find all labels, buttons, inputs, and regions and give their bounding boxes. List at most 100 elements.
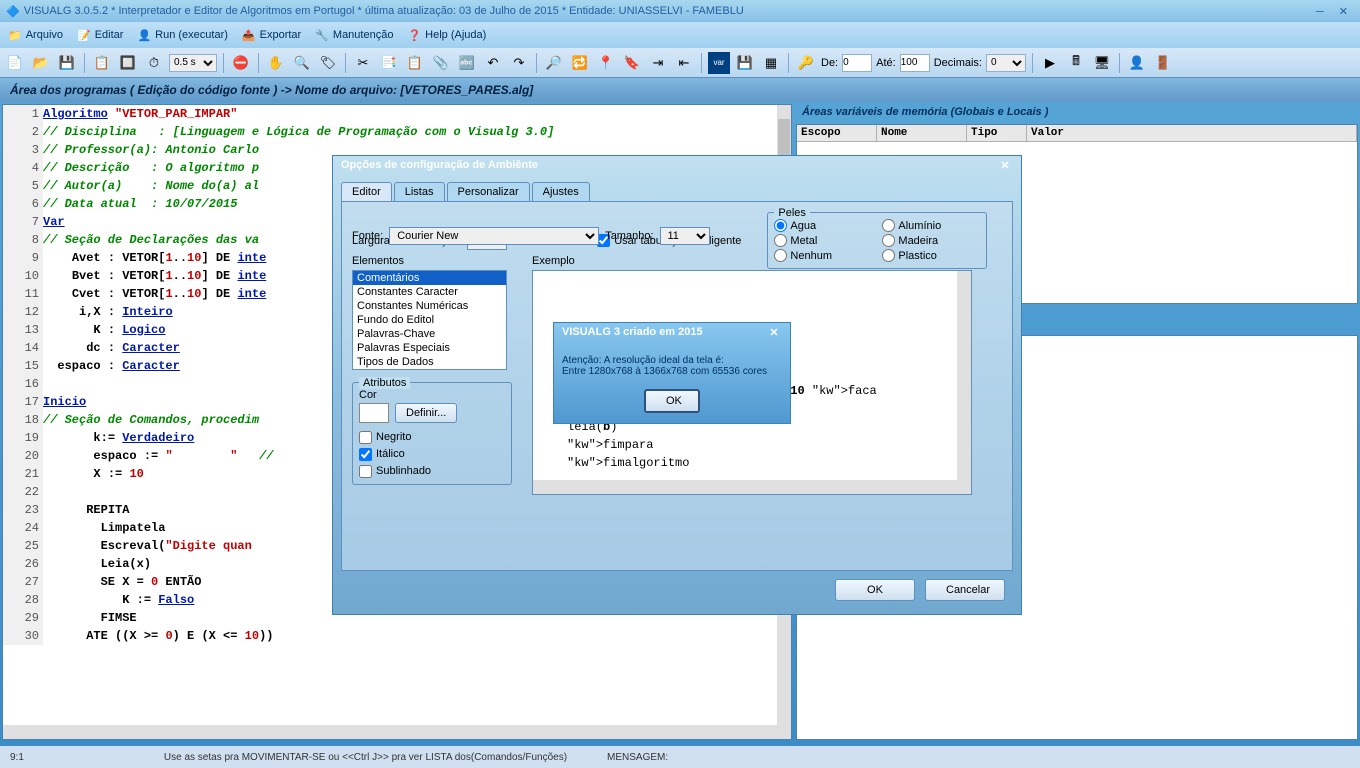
tab-personalizar[interactable]: Personalizar xyxy=(447,182,530,201)
elemento-item[interactable]: Constantes Caracter xyxy=(353,285,506,299)
file-icon: 📁 xyxy=(8,29,22,42)
redo-button[interactable]: ↷ xyxy=(508,52,530,74)
elemento-item[interactable]: Texto em Geral xyxy=(353,369,506,370)
options-cancel-button[interactable]: Cancelar xyxy=(925,579,1005,601)
font-select[interactable]: Courier New xyxy=(389,227,599,245)
sublinhado-check[interactable]: Sublinhado xyxy=(359,465,505,478)
tab-ajustes[interactable]: Ajustes xyxy=(532,182,590,201)
options-close-button[interactable]: ✕ xyxy=(997,159,1013,175)
screen-button[interactable]: 🖥 xyxy=(1091,52,1113,74)
header-text: Área dos programas ( Edição do código fo… xyxy=(10,83,533,97)
pele-radio-agua[interactable]: Agua xyxy=(774,219,872,232)
stop-button[interactable]: ⛔ xyxy=(230,52,252,74)
export-icon: 📤 xyxy=(242,29,256,42)
attrib-legend: Atributos xyxy=(359,377,410,389)
menu-editar[interactable]: 📝Editar xyxy=(77,29,123,42)
size-label: Tamanho: xyxy=(605,230,653,242)
ate-input[interactable] xyxy=(900,54,930,72)
find-button[interactable]: 🔎 xyxy=(543,52,565,74)
elemento-item[interactable]: Comentários xyxy=(353,271,506,285)
example-vscroll[interactable] xyxy=(957,271,971,480)
undo-button[interactable]: ↶ xyxy=(482,52,504,74)
negrito-check[interactable]: Negrito xyxy=(359,431,505,444)
elemento-item[interactable]: Palavras Especiais xyxy=(353,341,506,355)
tag-button[interactable]: 🏷 xyxy=(317,52,339,74)
key-button[interactable]: 🔑 xyxy=(795,52,817,74)
user-button[interactable]: 👤 xyxy=(1126,52,1148,74)
minimize-button[interactable]: ─ xyxy=(1310,6,1330,18)
run2-button[interactable]: ▶ xyxy=(1039,52,1061,74)
example-hscroll[interactable] xyxy=(533,480,971,494)
elementos-label: Elementos xyxy=(352,255,512,267)
menu-arquivo[interactable]: 📁Arquivo xyxy=(8,29,63,42)
pele-radio-alumínio[interactable]: Alumínio xyxy=(882,219,980,232)
mem-button[interactable]: 💾 xyxy=(734,52,756,74)
gutter: 1234567891011121314151617181920212223242… xyxy=(3,105,43,645)
maint-icon: 🔧 xyxy=(315,29,329,42)
definir-button[interactable]: Definir... xyxy=(395,403,457,423)
dec-label: Decimais: xyxy=(934,57,982,69)
exit-button[interactable]: 🚪 xyxy=(1152,52,1174,74)
copy-button[interactable]: 📋 xyxy=(91,52,113,74)
col-escopo[interactable]: Escopo xyxy=(797,125,877,141)
elemento-item[interactable]: Constantes Numéricas xyxy=(353,299,506,313)
horizontal-scrollbar[interactable] xyxy=(3,725,791,739)
messagebox: VISUALG 3 criado em 2015 ✕ Atenção: A re… xyxy=(553,322,791,424)
tab-listas[interactable]: Listas xyxy=(394,182,445,201)
color-swatch[interactable] xyxy=(359,403,389,423)
copy2-button[interactable]: 📑 xyxy=(378,52,400,74)
run-icon: 👤 xyxy=(137,29,151,42)
col-valor[interactable]: Valor xyxy=(1027,125,1357,141)
elemento-item[interactable]: Fundo do Editol xyxy=(353,313,506,327)
pele-radio-metal[interactable]: Metal xyxy=(774,234,872,247)
col-tipo[interactable]: Tipo xyxy=(967,125,1027,141)
menu-manutencao[interactable]: 🔧Manutenção xyxy=(315,29,393,42)
msgbox-line2: Entre 1280x768 à 1366x768 com 65536 core… xyxy=(562,366,782,377)
elemento-item[interactable]: Tipos de Dados xyxy=(353,355,506,369)
clock-button[interactable]: ⏱ xyxy=(143,52,165,74)
size-select[interactable]: 11 xyxy=(660,227,710,245)
pele-radio-madeira[interactable]: Madeira xyxy=(882,234,980,247)
msgbox-ok-button[interactable]: OK xyxy=(644,389,700,413)
ate-label: Até: xyxy=(876,57,896,69)
indent-button[interactable]: ⇥ xyxy=(647,52,669,74)
italico-check[interactable]: Itálico xyxy=(359,448,505,461)
calc-button[interactable]: 🖩 xyxy=(1065,52,1087,74)
menubar: 📁Arquivo 📝Editar 👤Run (executar) 📤Export… xyxy=(0,22,1360,48)
close-button[interactable]: ✕ xyxy=(1333,6,1354,18)
new-button[interactable]: 📄 xyxy=(4,52,26,74)
tab-editor[interactable]: Editor xyxy=(341,182,392,201)
save-button[interactable]: 💾 xyxy=(56,52,78,74)
msgbox-close-button[interactable]: ✕ xyxy=(766,326,782,342)
mem-header: Áreas variáveis de memória (Globais e Lo… xyxy=(796,104,1358,120)
outdent-button[interactable]: ⇤ xyxy=(673,52,695,74)
elementos-listbox[interactable]: ComentáriosConstantes CaracterConstantes… xyxy=(352,270,507,370)
menu-help[interactable]: ❓Help (Ajuda) xyxy=(407,29,486,42)
bookmark-button[interactable]: 🔖 xyxy=(621,52,643,74)
toolbar: 📄 📂 💾 📋 🔲 ⏱ 0.5 s ⛔ ✋ 🔍 🏷 ✂ 📑 📋 📎 🔤 ↶ ↷ … xyxy=(0,48,1360,78)
app-title: VISUALG 3.0.5.2 * Interpretador e Editor… xyxy=(24,5,744,17)
open-button[interactable]: 📂 xyxy=(30,52,52,74)
replace-button[interactable]: 🔁 xyxy=(569,52,591,74)
paste-button[interactable]: 📋 xyxy=(404,52,426,74)
menu-run[interactable]: 👤Run (executar) xyxy=(137,29,227,42)
layout-button[interactable]: 🔲 xyxy=(117,52,139,74)
zoom-button[interactable]: 🔍 xyxy=(291,52,313,74)
menu-exportar[interactable]: 📤Exportar xyxy=(242,29,301,42)
dec-select[interactable]: 0 xyxy=(986,54,1026,72)
goto-button[interactable]: 📍 xyxy=(595,52,617,74)
cut-button[interactable]: ✂ xyxy=(352,52,374,74)
speed-select[interactable]: 0.5 s xyxy=(169,54,217,72)
format-button[interactable]: 🔤 xyxy=(456,52,478,74)
exemplo-label: Exemplo xyxy=(532,255,972,267)
de-input[interactable] xyxy=(842,54,872,72)
hand-button[interactable]: ✋ xyxy=(265,52,287,74)
status-pos: 9:1 xyxy=(10,752,24,763)
var-button[interactable]: var xyxy=(708,52,730,74)
options-title: Opções de configuração de Ambiênte ✕ xyxy=(333,156,1021,178)
grid-button[interactable]: ▦ xyxy=(760,52,782,74)
elemento-item[interactable]: Palavras-Chave xyxy=(353,327,506,341)
clip-button[interactable]: 📎 xyxy=(430,52,452,74)
col-nome[interactable]: Nome xyxy=(877,125,967,141)
options-ok-button[interactable]: OK xyxy=(835,579,915,601)
